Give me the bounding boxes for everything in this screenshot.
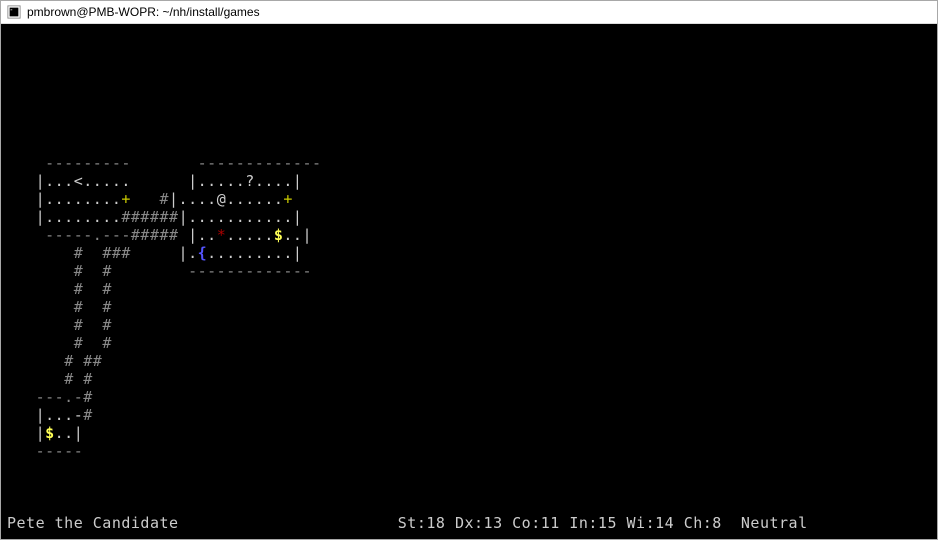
character-stats: St:18 Dx:13 Co:11 In:15 Wi:14 Ch:8 Neutr… xyxy=(398,514,808,532)
blank-line xyxy=(7,118,931,136)
map-row: |........+ #|....@......+ xyxy=(7,190,931,208)
character-name: Pete the Candidate xyxy=(7,514,179,532)
map-row: # # xyxy=(7,370,931,388)
blank-line xyxy=(7,46,931,64)
status-line-1: Pete the Candidate St:18 Dx:13 Co:11 In:… xyxy=(7,514,931,532)
map-row: # # xyxy=(7,334,931,352)
map-row: # # xyxy=(7,298,931,316)
map-row: ---.-# xyxy=(7,388,931,406)
blank-line xyxy=(7,82,931,100)
terminal-window: pmbrown@PMB-WOPR: ~/nh/install/games ---… xyxy=(0,0,938,540)
map-row: -----.---##### |..*.....$..| xyxy=(7,226,931,244)
map-row: # # xyxy=(7,280,931,298)
map-row: --------- ------------- xyxy=(7,154,931,172)
map-row: |$..| xyxy=(7,424,931,442)
map-row: |........######|...........| xyxy=(7,208,931,226)
window-titlebar[interactable]: pmbrown@PMB-WOPR: ~/nh/install/games xyxy=(1,1,937,24)
map-row: |...-# xyxy=(7,406,931,424)
map-row: |...<..... |.....?....| xyxy=(7,172,931,190)
dungeon-map: --------- ------------- |...<..... |....… xyxy=(7,154,931,460)
terminal-screen[interactable]: --------- ------------- |...<..... |....… xyxy=(1,24,937,539)
map-row: # ## xyxy=(7,352,931,370)
map-row: # # xyxy=(7,316,931,334)
map-row: ----- xyxy=(7,442,931,460)
map-row: # # ------------- xyxy=(7,262,931,280)
blank-line xyxy=(7,478,931,496)
window-title: pmbrown@PMB-WOPR: ~/nh/install/games xyxy=(27,5,931,19)
map-row: # ### |.{.........| xyxy=(7,244,931,262)
terminal-icon xyxy=(7,5,21,19)
